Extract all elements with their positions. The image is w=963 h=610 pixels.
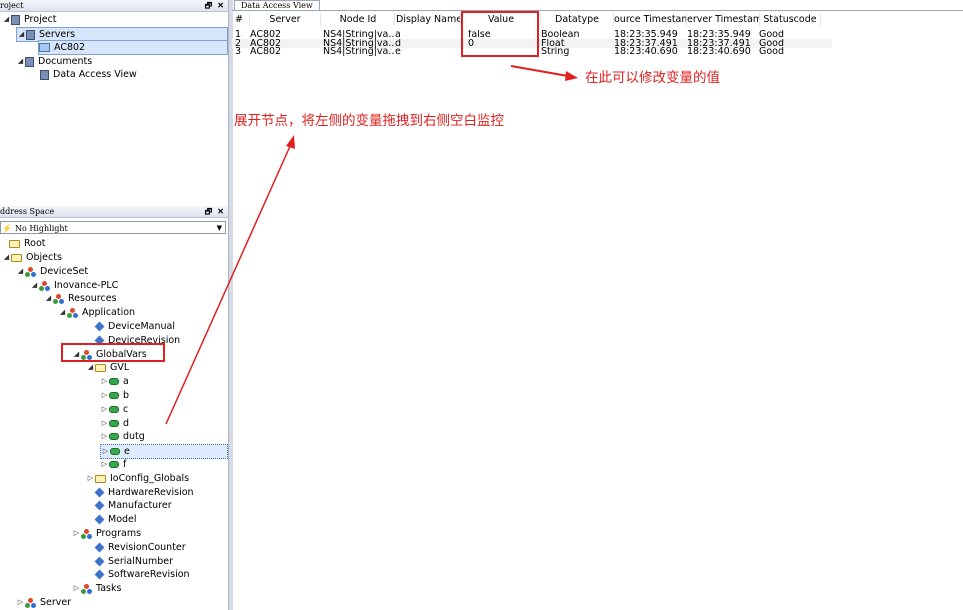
arrow-head-drag [286,135,295,149]
annotation-arrows [165,65,578,425]
arrow-line-value [510,65,569,77]
arrow-line-drag [165,143,292,425]
annotation-modify-value: 在此可以修改变量的值 [585,70,720,86]
arrow-head-value [565,71,578,81]
annotation-drag-hint: 展开节点，将左侧的变量拖拽到右侧空白监控 [234,113,504,129]
